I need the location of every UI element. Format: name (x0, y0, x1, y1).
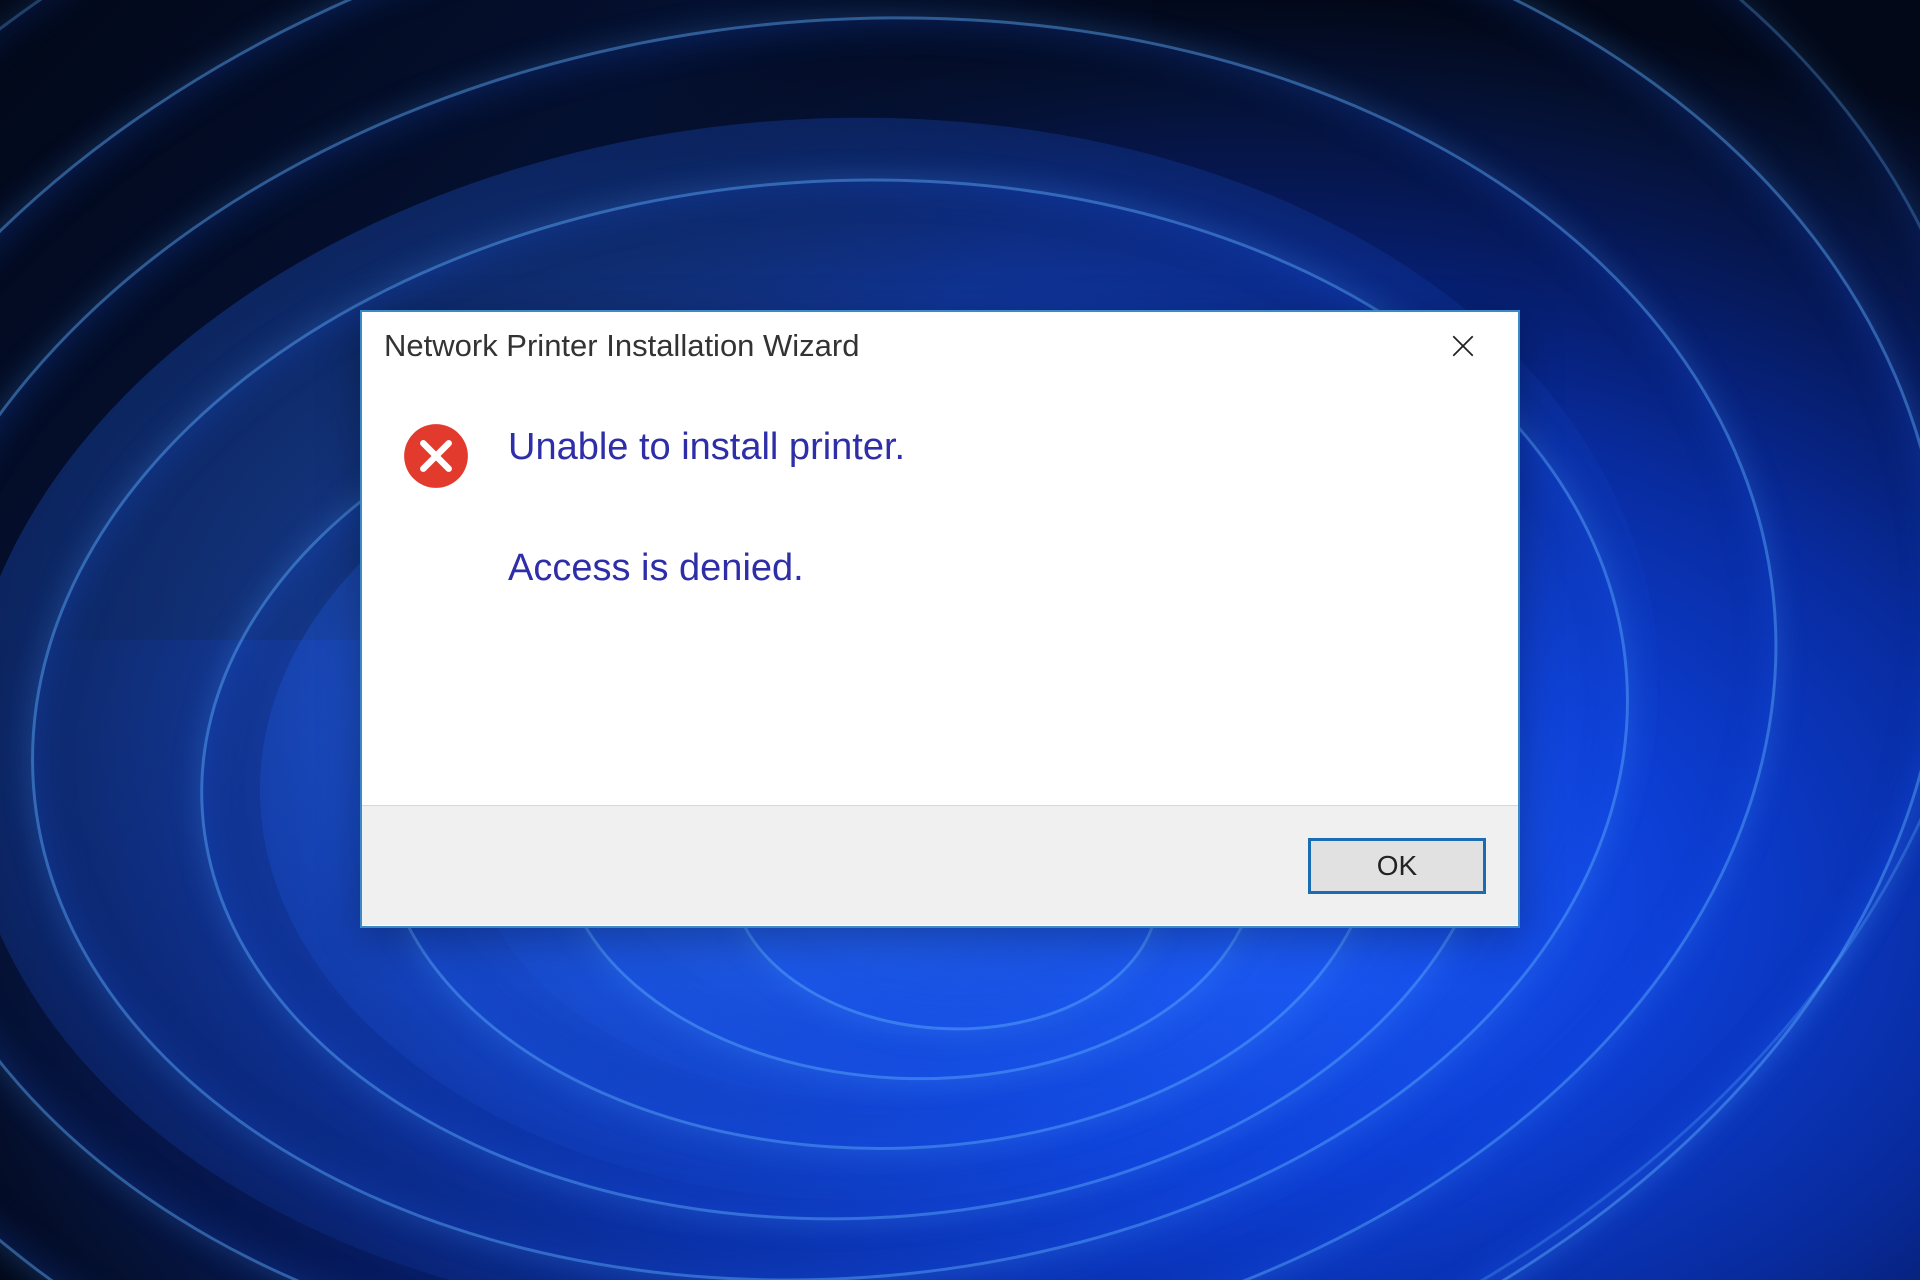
message-primary: Unable to install printer. (508, 426, 905, 469)
dialog-content: Unable to install printer. Access is den… (362, 380, 1518, 805)
close-icon (1450, 333, 1476, 359)
dialog-message: Unable to install printer. Access is den… (508, 420, 905, 590)
dialog-title: Network Printer Installation Wizard (384, 328, 860, 364)
error-dialog: Network Printer Installation Wizard Unab… (360, 310, 1520, 928)
message-secondary: Access is denied. (508, 547, 905, 590)
error-icon (402, 422, 470, 490)
dialog-titlebar[interactable]: Network Printer Installation Wizard (362, 312, 1518, 380)
close-button[interactable] (1438, 321, 1488, 371)
dialog-button-bar: OK (362, 805, 1518, 925)
ok-button[interactable]: OK (1308, 838, 1486, 894)
